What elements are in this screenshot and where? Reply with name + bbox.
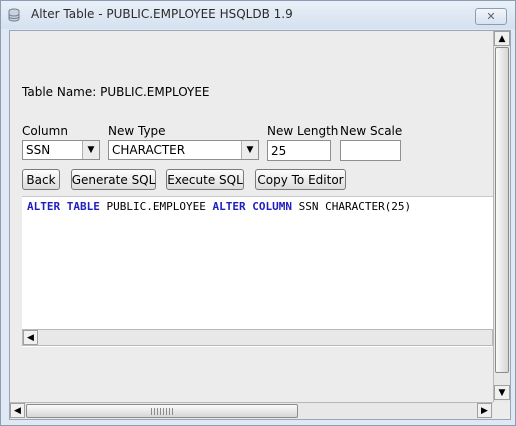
scroll-left-icon[interactable]: ◀ [10, 403, 25, 418]
column-select-value: SSN [26, 143, 51, 157]
new-scale-field[interactable] [340, 140, 401, 161]
generate-sql-button[interactable]: Generate SQL [71, 169, 156, 190]
close-icon: ✕ [486, 10, 496, 23]
sql-table-name: PUBLIC.EMPLOYEE [106, 200, 206, 213]
database-icon [8, 8, 20, 22]
close-button[interactable]: ✕ [475, 8, 507, 25]
window-title: Alter Table - PUBLIC.EMPLOYEE HSQLDB 1.9 [31, 7, 293, 21]
execute-sql-button[interactable]: Execute SQL [166, 169, 244, 190]
sql-keyword: ALTER [212, 200, 246, 213]
horizontal-scrollbar[interactable]: ◀ ▶ [10, 402, 493, 419]
content-panel: Table Name: PUBLIC.EMPLOYEE Column New T… [10, 31, 493, 402]
sql-keyword: TABLE [66, 200, 100, 213]
scroll-left-icon[interactable]: ◀ [23, 330, 38, 345]
new-length-label: New Length [267, 124, 339, 138]
vertical-scrollbar[interactable]: ▲ ▼ [493, 31, 510, 402]
scroll-down-icon[interactable]: ▼ [494, 385, 510, 400]
editor-horizontal-scrollbar[interactable]: ◀ [22, 329, 493, 346]
sql-column-clause: SSN CHARACTER(25) [298, 200, 412, 213]
column-label: Column [22, 124, 68, 138]
new-type-select[interactable]: CHARACTER ▼ [108, 140, 259, 160]
new-type-label: New Type [108, 124, 166, 138]
chevron-down-icon[interactable]: ▼ [241, 141, 258, 159]
sql-editor[interactable]: ALTER TABLE PUBLIC.EMPLOYEE ALTER COLUMN… [22, 196, 493, 347]
scroll-up-icon[interactable]: ▲ [494, 31, 510, 46]
new-length-field[interactable]: 25 [267, 140, 331, 161]
horizontal-scroll-thumb[interactable] [26, 404, 298, 418]
table-name-label: Table Name: PUBLIC.EMPLOYEE [22, 85, 210, 99]
scroll-right-icon[interactable]: ▶ [477, 403, 492, 418]
copy-to-editor-button[interactable]: Copy To Editor [255, 169, 346, 190]
alter-table-window: Alter Table - PUBLIC.EMPLOYEE HSQLDB 1.9… [0, 0, 516, 426]
back-button[interactable]: Back [22, 169, 60, 190]
scroll-grip-icon [151, 408, 175, 415]
sql-text: ALTER TABLE PUBLIC.EMPLOYEE ALTER COLUMN… [27, 200, 411, 213]
scrollbar-corner [493, 402, 510, 419]
column-select[interactable]: SSN ▼ [22, 140, 100, 160]
client-area: Table Name: PUBLIC.EMPLOYEE Column New T… [9, 30, 511, 420]
vertical-scroll-thumb[interactable] [495, 47, 509, 373]
title-bar[interactable]: Alter Table - PUBLIC.EMPLOYEE HSQLDB 1.9… [1, 1, 515, 29]
new-scale-label: New Scale [340, 124, 403, 138]
sql-keyword: ALTER [27, 200, 61, 213]
chevron-down-icon[interactable]: ▼ [82, 141, 99, 159]
new-length-value: 25 [271, 144, 287, 158]
new-type-select-value: CHARACTER [112, 143, 186, 157]
sql-keyword: COLUMN [252, 200, 292, 213]
